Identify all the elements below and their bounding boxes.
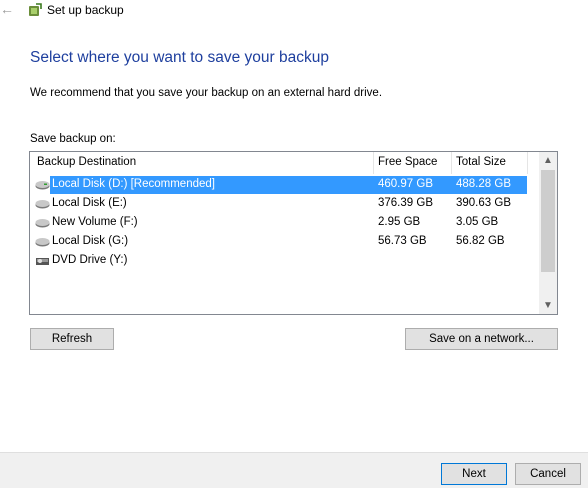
column-divider[interactable] (373, 152, 374, 174)
hard-drive-icon (35, 236, 50, 248)
column-header-destination[interactable]: Backup Destination (37, 156, 136, 168)
list-item[interactable]: DVD Drive (Y:) (30, 252, 539, 270)
destination-name: Local Disk (D:) [Recommended] (52, 178, 215, 190)
column-header-total-size[interactable]: Total Size (456, 156, 506, 168)
recommendation-text: We recommend that you save your backup o… (30, 87, 383, 99)
backup-destination-list[interactable]: Backup Destination Free Space Total Size… (29, 151, 558, 315)
back-arrow-icon[interactable]: ← (0, 1, 14, 17)
hard-drive-icon (35, 217, 50, 229)
scroll-up-arrow-icon[interactable]: ▲ (539, 152, 557, 169)
column-header-free-space[interactable]: Free Space (378, 156, 437, 168)
total-size: 56.82 GB (456, 235, 505, 247)
total-size: 488.28 GB (456, 178, 511, 190)
vertical-scrollbar[interactable]: ▲ ▼ (539, 152, 557, 314)
refresh-button[interactable]: Refresh (30, 328, 114, 350)
next-button[interactable]: Next (441, 463, 507, 485)
save-on-network-button[interactable]: Save on a network... (405, 328, 558, 350)
cancel-button[interactable]: Cancel (515, 463, 581, 485)
list-item[interactable]: Local Disk (E:) 376.39 GB 390.63 GB (30, 195, 539, 213)
free-space: 460.97 GB (378, 178, 433, 190)
dvd-drive-icon (35, 255, 50, 267)
backup-app-icon (27, 2, 43, 18)
hard-drive-icon (35, 198, 50, 210)
save-backup-on-label: Save backup on: (30, 133, 116, 145)
scroll-down-arrow-icon[interactable]: ▼ (539, 297, 557, 314)
title-bar: ← Set up backup (0, 0, 588, 22)
destination-name: Local Disk (G:) (52, 235, 129, 247)
total-size: 3.05 GB (456, 216, 499, 228)
column-divider[interactable] (451, 152, 452, 174)
destination-name: DVD Drive (Y:) (52, 254, 128, 266)
free-space: 56.73 GB (378, 235, 427, 247)
list-item[interactable]: New Volume (F:) 2.95 GB 3.05 GB (30, 214, 539, 232)
list-item[interactable]: Local Disk (G:) 56.73 GB 56.82 GB (30, 233, 539, 251)
free-space: 376.39 GB (378, 197, 433, 209)
list-header: Backup Destination Free Space Total Size (30, 152, 539, 174)
destination-name: New Volume (F:) (52, 216, 138, 228)
list-item[interactable]: Local Disk (D:) [Recommended] 460.97 GB … (30, 176, 539, 194)
column-divider[interactable] (527, 152, 528, 174)
free-space: 2.95 GB (378, 216, 421, 228)
scroll-thumb[interactable] (541, 170, 555, 272)
total-size: 390.63 GB (456, 197, 511, 209)
destination-name: Local Disk (E:) (52, 197, 127, 209)
window-title: Set up backup (47, 3, 124, 17)
hard-drive-icon (35, 179, 50, 191)
page-heading: Select where you want to save your backu… (30, 49, 329, 66)
footer-bar: Next Cancel (0, 452, 588, 488)
